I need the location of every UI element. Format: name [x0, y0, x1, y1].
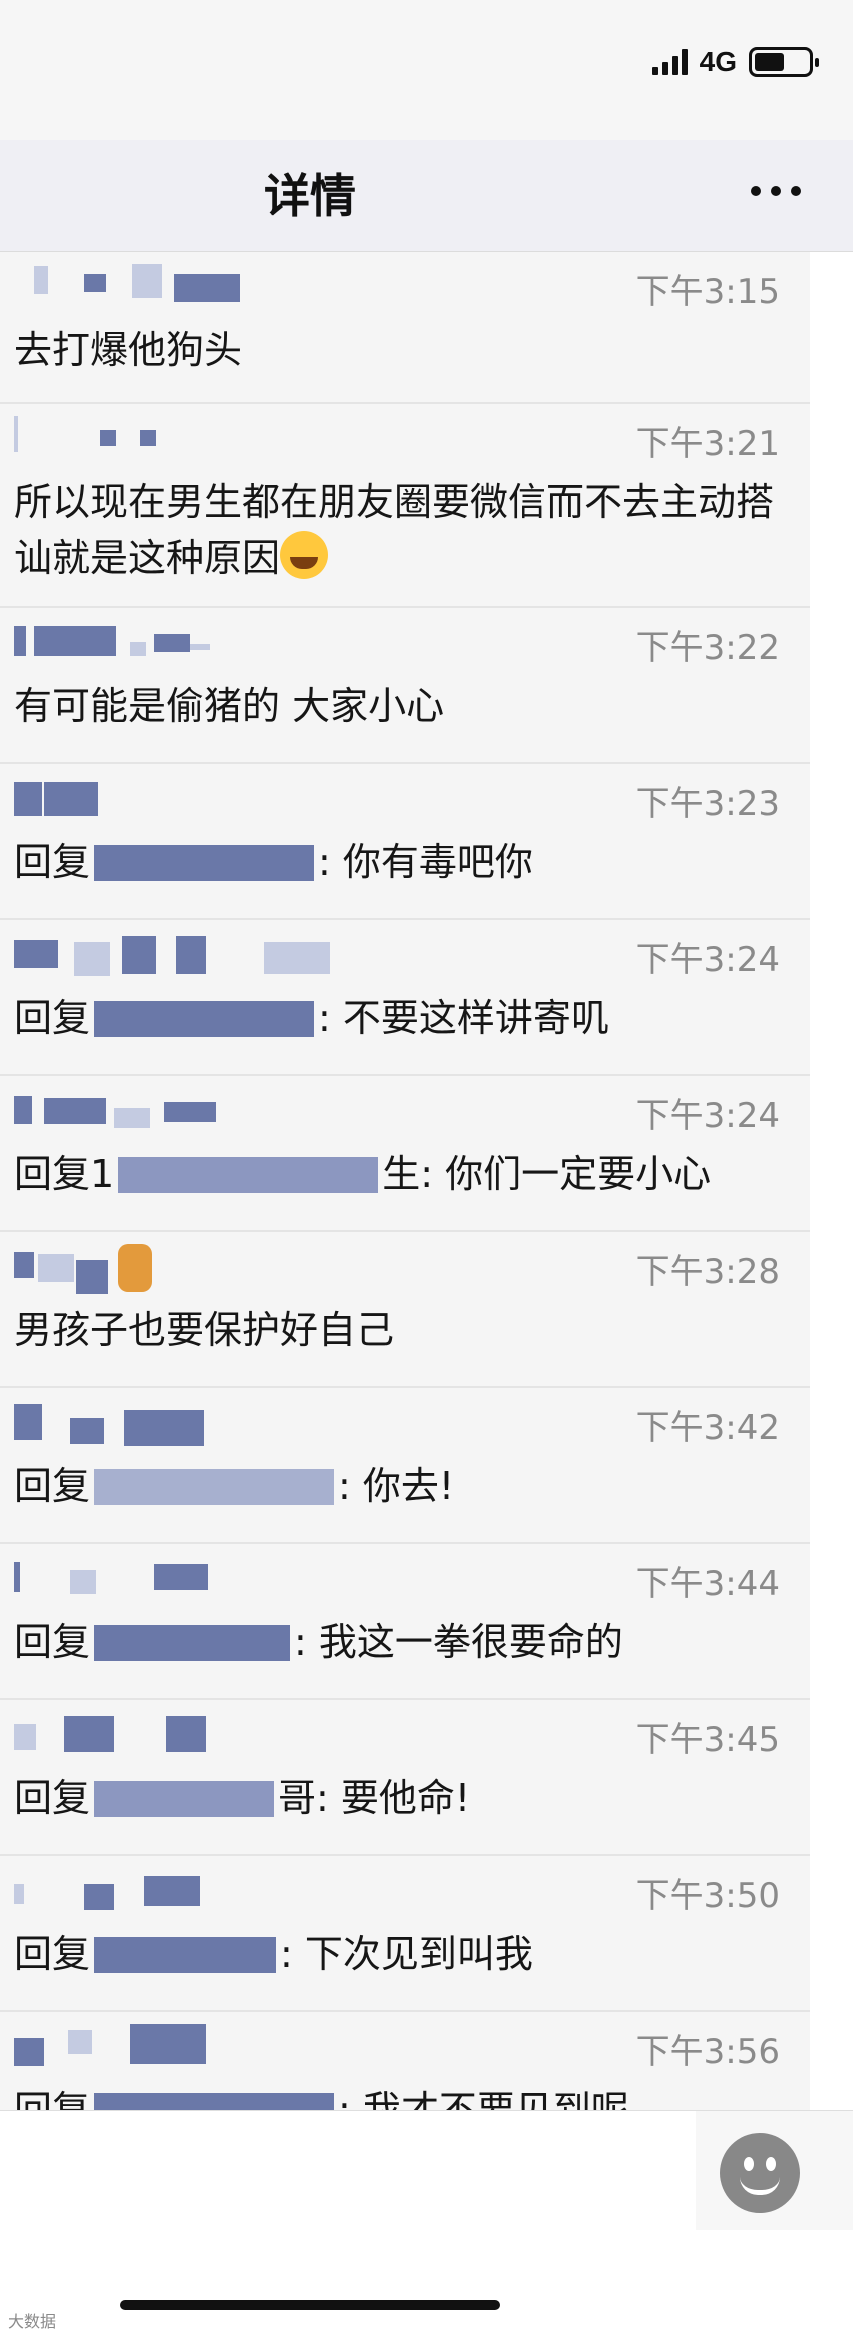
- redacted-sender-name: [14, 932, 330, 976]
- more-dots-icon[interactable]: [751, 186, 801, 196]
- page-title: 详情: [264, 169, 356, 223]
- message-time: 下午3:56: [635, 2032, 780, 2072]
- network-type: 4G: [699, 46, 737, 77]
- list-item[interactable]: 下午3:56 回复 : 我才不要见到呢: [0, 2012, 810, 2110]
- status-indicators: 4G: [651, 46, 819, 78]
- home-area: 大数据: [0, 2230, 853, 2338]
- comment-input[interactable]: [0, 2111, 696, 2231]
- message-time: 下午3:24: [635, 940, 780, 980]
- list-item[interactable]: 下午3:44 回复 : 我这一拳很要命的: [0, 1544, 810, 1700]
- redacted-sender-name: [14, 1400, 264, 1446]
- list-item[interactable]: 下午3:45 回复 哥: 要他命!: [0, 1700, 810, 1856]
- reply-content: 哥: 要他命!: [278, 1776, 471, 1820]
- message-text: 回复 : 你有毒吧你: [14, 834, 790, 890]
- redacted-sender-name: [14, 264, 264, 304]
- input-bar: [0, 2110, 853, 2231]
- message-time: 下午3:45: [635, 1720, 780, 1760]
- message-text: 回复 哥: 要他命!: [14, 1770, 790, 1826]
- message-text: 去打爆他狗头: [14, 328, 243, 372]
- list-item[interactable]: 下午3:22 有可能是偷猪的 大家小心: [0, 608, 810, 764]
- message-text: 男孩子也要保护好自己: [14, 1308, 395, 1352]
- message-text: 回复1 生: 你们一定要小心: [14, 1146, 790, 1202]
- message-time: 下午3:42: [635, 1408, 780, 1448]
- list-item[interactable]: 下午3:42 回复 : 你去!: [0, 1388, 810, 1544]
- reply-content: : 你有毒吧你: [318, 840, 533, 884]
- battery-icon: [749, 47, 819, 77]
- redacted-reply-target: [94, 2093, 335, 2110]
- message-time: 下午3:15: [635, 272, 780, 312]
- list-item[interactable]: 下午3:23 回复 : 你有毒吧你: [0, 764, 810, 920]
- message-text: 回复 : 我这一拳很要命的: [14, 1614, 790, 1670]
- redacted-sender-name: [14, 620, 264, 660]
- list-item[interactable]: 下午3:28 男孩子也要保护好自己: [0, 1232, 810, 1388]
- reply-content: : 我这一拳很要命的: [294, 1620, 623, 1664]
- laughing-tears-emoji-icon: [280, 531, 329, 579]
- scroll-gutter: [810, 252, 853, 2110]
- redacted-reply-target: [94, 1937, 277, 1973]
- battery-level: [755, 53, 784, 71]
- redacted-reply-target: [94, 845, 315, 881]
- reply-prefix: 回复: [14, 2088, 91, 2110]
- message-text: 回复 : 下次见到叫我: [14, 1926, 790, 1982]
- reply-prefix: 回复: [14, 1932, 91, 1976]
- redacted-sender-name: [14, 1868, 264, 1910]
- reply-prefix: 回复: [14, 996, 91, 1040]
- message-text: 所以现在男生都在朋友圈要微信而不去主动搭讪就是这种原因: [14, 474, 774, 586]
- redacted-sender-name: [14, 1556, 264, 1596]
- reply-prefix: 回复: [14, 1620, 91, 1664]
- reply-prefix: 回复: [14, 1776, 91, 1820]
- reply-content: : 你去!: [338, 1464, 455, 1508]
- message-text: 有可能是偷猪的 大家小心: [14, 684, 445, 728]
- message-time: 下午3:44: [635, 1564, 780, 1604]
- redacted-sender-name: [14, 1712, 264, 1752]
- message-text: 回复 : 你去!: [14, 1458, 790, 1514]
- watermark: 大数据: [8, 2312, 57, 2331]
- message-time: 下午3:24: [635, 1096, 780, 1136]
- navigation-bar: 详情: [0, 140, 853, 252]
- reply-prefix: 回复: [14, 1464, 91, 1508]
- home-indicator[interactable]: [120, 2300, 500, 2310]
- message-time: 下午3:23: [635, 784, 780, 824]
- reply-content: : 我才不要见到呢: [338, 2088, 629, 2110]
- reply-content: : 不要这样讲寄叽: [318, 996, 609, 1040]
- redacted-reply-target: [94, 1001, 315, 1037]
- signal-strength-icon: [651, 49, 688, 75]
- list-item[interactable]: 下午3:24 回复1 生: 你们一定要小心: [0, 1076, 810, 1232]
- redacted-reply-target: [94, 1625, 291, 1661]
- smiley-face-icon[interactable]: [720, 2133, 800, 2213]
- message-time: 下午3:28: [635, 1252, 780, 1292]
- list-item[interactable]: 下午3:15 去打爆他狗头: [0, 252, 810, 404]
- status-bar: 4G: [0, 0, 853, 140]
- redacted-reply-target: [118, 1157, 379, 1193]
- redacted-sender-name: [14, 1088, 264, 1128]
- reply-prefix: 回复: [14, 840, 91, 884]
- redacted-sender-name: [14, 1244, 264, 1294]
- list-item[interactable]: 下午3:21 所以现在男生都在朋友圈要微信而不去主动搭讪就是这种原因: [0, 404, 810, 608]
- redacted-sender-name: [14, 416, 264, 456]
- redacted-sender-name: [14, 2024, 264, 2066]
- message-time: 下午3:50: [635, 1876, 780, 1916]
- message-text: 回复 : 不要这样讲寄叽: [14, 990, 790, 1046]
- list-item[interactable]: 下午3:24 回复 : 不要这样讲寄叽: [0, 920, 810, 1076]
- message-text-content: 所以现在男生都在朋友圈要微信而不去主动搭讪就是这种原因: [14, 480, 775, 580]
- reply-content: : 下次见到叫我: [280, 1932, 533, 1976]
- redacted-reply-target: [94, 1469, 335, 1505]
- message-time: 下午3:22: [635, 628, 780, 668]
- message-text: 回复 : 我才不要见到呢: [14, 2082, 790, 2110]
- message-list[interactable]: 下午3:15 去打爆他狗头 下午3:21 所以现在男生都在朋友圈要微信而不去主动…: [0, 252, 810, 2110]
- redacted-reply-target: [94, 1781, 275, 1817]
- redacted-sender-name: [14, 776, 264, 816]
- reply-prefix: 回复1: [14, 1152, 115, 1196]
- message-time: 下午3:21: [635, 424, 780, 464]
- reply-content: 生: 你们一定要小心: [382, 1152, 712, 1196]
- list-item[interactable]: 下午3:50 回复 : 下次见到叫我: [0, 1856, 810, 2012]
